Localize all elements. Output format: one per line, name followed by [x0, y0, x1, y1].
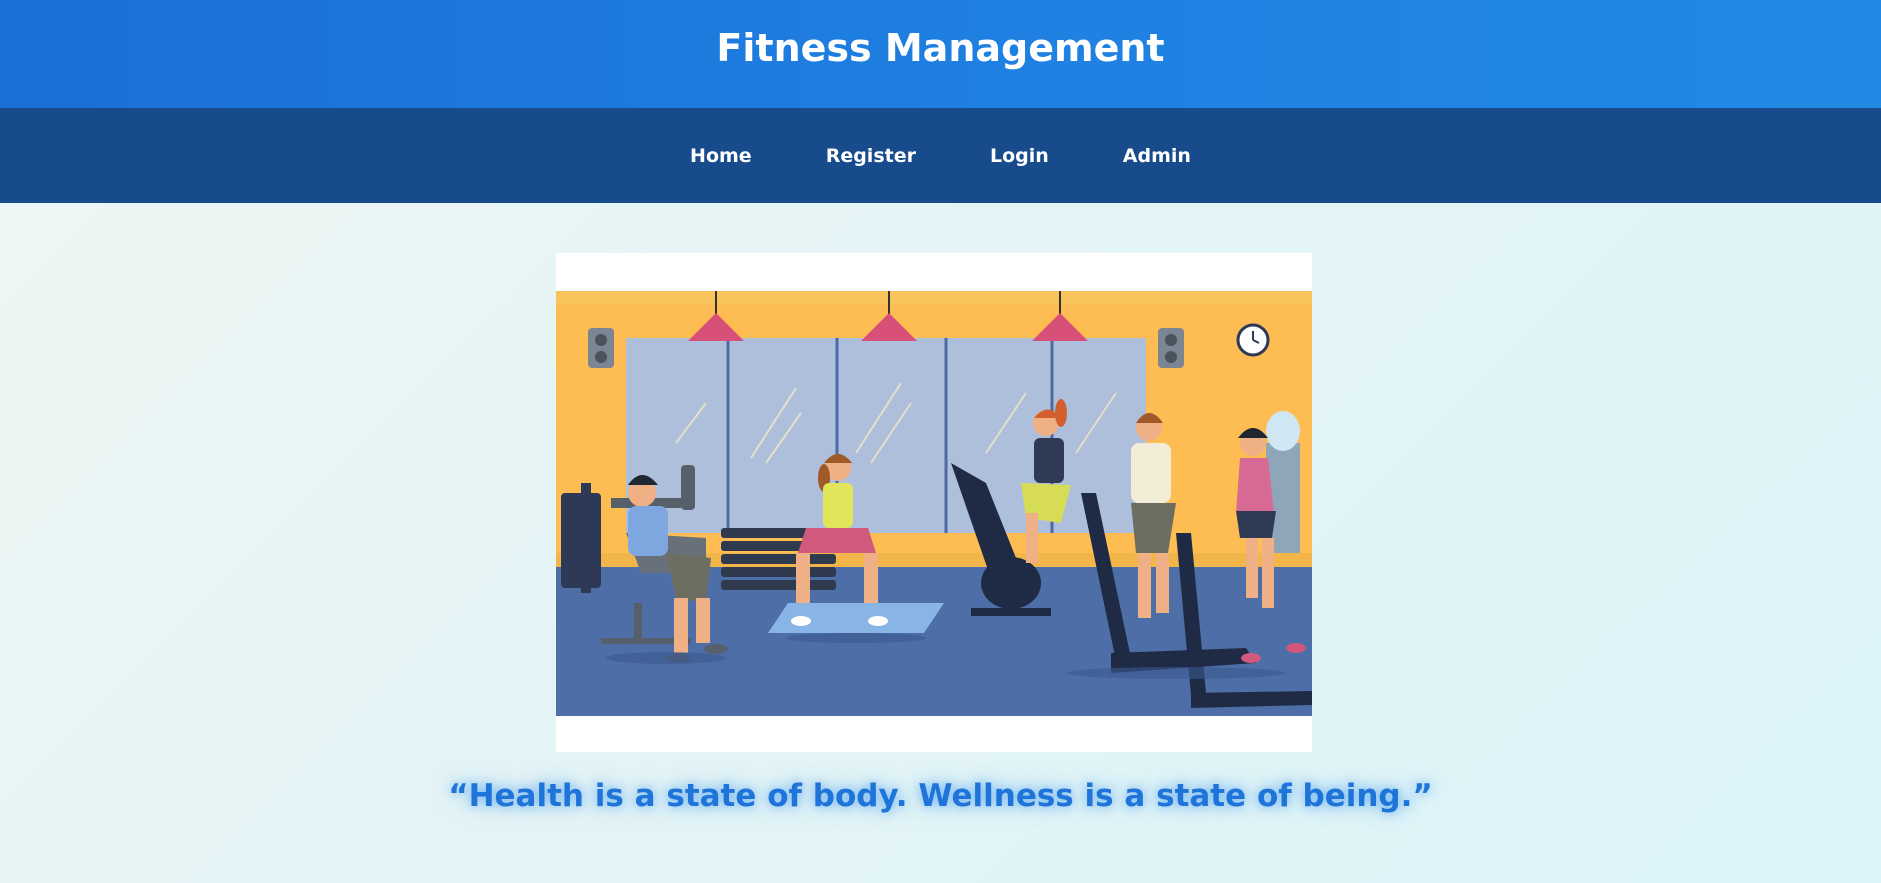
nav-register[interactable]: Register: [789, 139, 953, 173]
nav-admin[interactable]: Admin: [1086, 139, 1228, 173]
main-nav: Home Register Login Admin: [0, 108, 1881, 203]
gym-illustration: [556, 253, 1312, 752]
site-header: Fitness Management: [0, 0, 1881, 108]
nav-home[interactable]: Home: [653, 139, 789, 173]
nav-login[interactable]: Login: [953, 139, 1086, 173]
site-title: Fitness Management: [716, 26, 1165, 70]
wellness-quote: “Health is a state of body. Wellness is …: [448, 778, 1433, 814]
